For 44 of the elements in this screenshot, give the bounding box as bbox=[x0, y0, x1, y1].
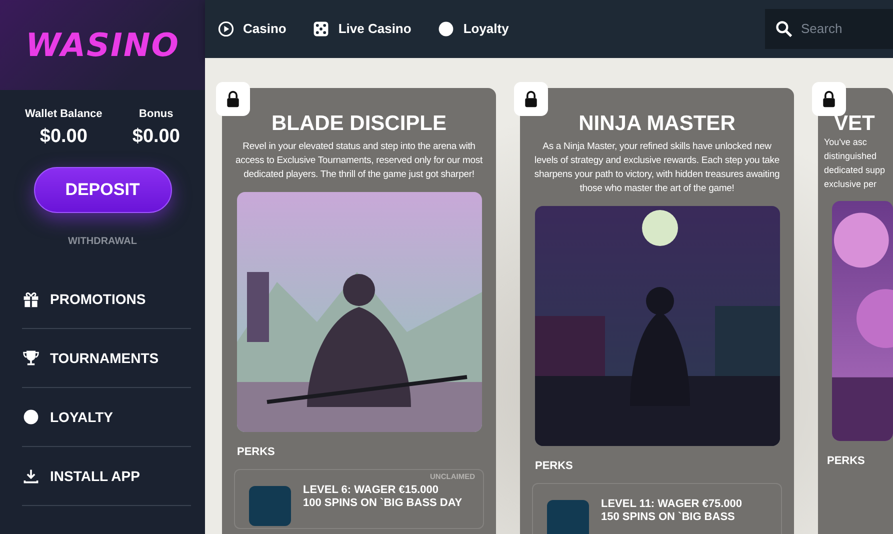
dice-icon bbox=[312, 20, 330, 38]
perk-title: LEVEL 11: WAGER €75.000 bbox=[601, 498, 742, 511]
gift-icon bbox=[22, 290, 40, 308]
tier-description: Revel in your elevated status and step into the arena with access to Exclusive Tournaments, reserved only for our most dedicated players. The thrill of the game just got sharper! bbox=[234, 140, 484, 182]
lock-icon bbox=[820, 90, 838, 108]
search-icon bbox=[775, 20, 793, 38]
perks-label: PERKS bbox=[237, 445, 276, 460]
tier-title: VET bbox=[833, 112, 876, 136]
lock-icon bbox=[522, 90, 540, 108]
nav-link[interactable]: Live Casino bbox=[312, 19, 412, 39]
search-input[interactable]: Search bbox=[801, 19, 881, 39]
sidebar-item[interactable]: TOURNAMENTS bbox=[22, 329, 191, 388]
perks-label: PERKS bbox=[827, 454, 866, 470]
search-field[interactable]: Search bbox=[765, 9, 893, 49]
play-icon bbox=[217, 20, 235, 38]
nav-link[interactable]: Casino bbox=[217, 19, 286, 39]
balance-amount: $0.00 bbox=[132, 124, 180, 148]
perk-icon bbox=[249, 486, 291, 526]
sidebar-item[interactable]: PROMOTIONS bbox=[22, 270, 191, 329]
perk-icon bbox=[547, 500, 589, 534]
balance-amount: $0.00 bbox=[38, 124, 88, 148]
sidebar-item[interactable]: INSTALL APP bbox=[22, 447, 191, 506]
download-icon bbox=[22, 467, 40, 485]
circle-icon bbox=[22, 408, 40, 426]
balance-label: Bonus bbox=[138, 107, 174, 122]
withdrawal-link[interactable]: WITHDRAWAL bbox=[62, 233, 143, 250]
perk-reward: 150 SPINS ON `BIG BASS bbox=[601, 510, 736, 524]
tier-title: NINJA MASTER bbox=[578, 112, 736, 136]
tier-description: You've asc bbox=[824, 136, 868, 150]
perk-reward: 100 SPINS ON `BIG BASS DAY bbox=[303, 496, 462, 510]
balance-label: Wallet Balance bbox=[25, 107, 102, 122]
nav-link[interactable]: Loyalty bbox=[437, 19, 509, 39]
trophy-icon bbox=[22, 349, 40, 367]
perk-title: LEVEL 6: WAGER €15.000 bbox=[303, 484, 440, 497]
tier-title: BLADE DISCIPLE bbox=[270, 112, 448, 136]
tier-description: distinguished bbox=[824, 150, 878, 164]
tier-description: As a Ninja Master, your refined skills have unlocked new levels of strategy and exclusive rewards. Each step you take sharpens your path to victory, with hidden treasures awaiting those who master the art of the game! bbox=[533, 140, 781, 196]
deposit-button[interactable]: DEPOSIT bbox=[34, 167, 172, 213]
tier-description: exclusive per bbox=[824, 178, 878, 192]
lock-icon bbox=[224, 90, 242, 108]
tier-description: dedicated supp bbox=[824, 164, 886, 178]
perks-label: PERKS bbox=[535, 459, 574, 474]
circle-icon bbox=[437, 20, 456, 38]
sidebar-item[interactable]: LOYALTY bbox=[22, 388, 191, 447]
